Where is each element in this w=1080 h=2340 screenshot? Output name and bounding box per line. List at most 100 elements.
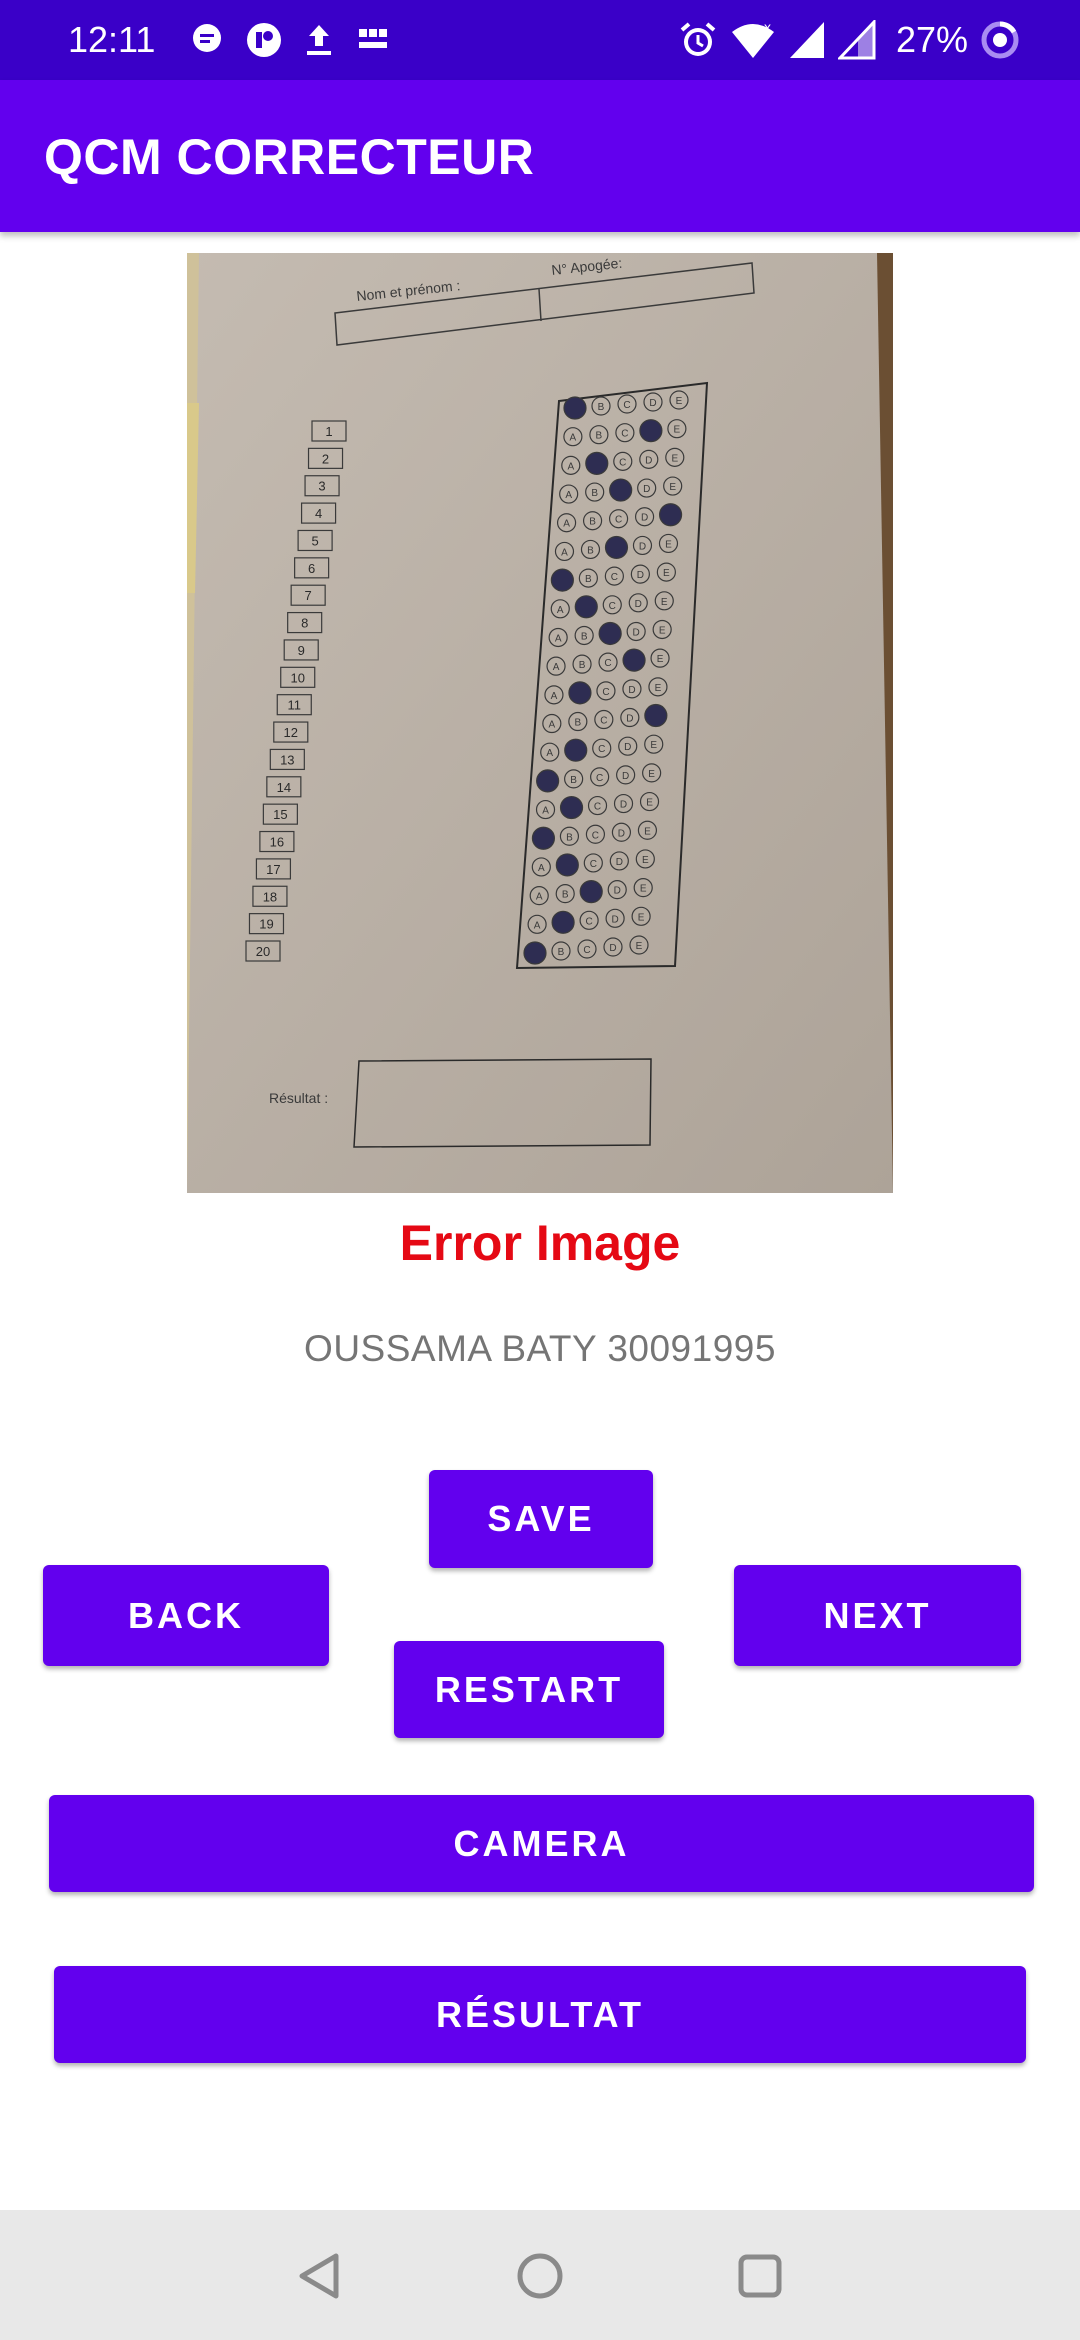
bubble-marked (555, 853, 579, 877)
bubble-marked (585, 451, 609, 475)
back-button[interactable]: BACK (43, 1565, 329, 1666)
bubble-letter: E (657, 654, 664, 665)
message-icon (193, 24, 221, 52)
bubble-letter: C (623, 400, 630, 411)
bubble-letter: A (538, 863, 545, 874)
bubble-letter: A (570, 433, 577, 444)
battery-percent: 27% (895, 19, 968, 60)
bubble-letter: D (620, 800, 627, 811)
question-number: 14 (277, 780, 291, 795)
app-bar: QCM CORRECTEUR (0, 80, 1080, 232)
question-number: 7 (305, 588, 312, 603)
question-number: 8 (301, 616, 308, 631)
home-circle-icon[interactable] (512, 2248, 568, 2304)
bubble-letter: A (546, 748, 553, 759)
question-number: 4 (315, 506, 322, 521)
question-number: 5 (311, 533, 318, 548)
bubble-letter: C (609, 601, 616, 612)
bubble-letter: B (566, 832, 573, 843)
bubble-letter: B (589, 517, 596, 528)
signal-icon (837, 20, 876, 60)
bubble-letter: B (596, 431, 603, 442)
bubble-marked (604, 535, 629, 560)
svg-text:x: x (764, 20, 771, 35)
result-button[interactable]: RÉSULTAT (54, 1966, 1026, 2063)
bubble-marked (559, 795, 584, 820)
student-info: OUSSAMA BATY 30091995 (304, 1328, 776, 1369)
answer-sheet-image: Nom et prénom : N° Apogée: 1 2 3 4 5 6 7 8 9 10 11… (187, 253, 893, 1193)
bubble-letter: B (579, 660, 586, 671)
bubble-letter: B (598, 402, 605, 413)
recents-square-icon[interactable] (732, 2248, 788, 2304)
bubble-letter: E (676, 396, 683, 407)
bubble-letter: B (575, 718, 582, 729)
bubble-letter: C (619, 457, 626, 468)
bubble-letter: A (563, 519, 570, 530)
bubble-letter: D (626, 714, 633, 725)
bubble-marked (568, 681, 592, 705)
question-number: 1 (325, 424, 332, 439)
question-number: 6 (308, 561, 315, 576)
bubble-letter: D (641, 513, 648, 524)
bubble-letter: C (611, 572, 618, 583)
bubble-letter: C (583, 945, 590, 956)
signal-icon (789, 22, 824, 58)
app-icon (247, 23, 281, 57)
next-button[interactable]: NEXT (734, 1565, 1021, 1666)
bubble-marked (564, 738, 588, 762)
bubble-marked (598, 621, 622, 646)
bubble-letter: E (665, 539, 672, 550)
bubble-letter: D (635, 599, 642, 610)
bubble-marked (551, 910, 575, 934)
bubble-letter: E (644, 826, 651, 837)
question-number: 19 (259, 917, 273, 932)
upload-icon (307, 25, 331, 55)
question-number: 9 (298, 643, 305, 658)
question-number: 12 (284, 725, 298, 740)
restart-button[interactable]: RESTART (394, 1641, 664, 1738)
bubble-marked (574, 595, 598, 619)
save-button[interactable]: SAVE (429, 1470, 653, 1568)
bubble-letter: A (551, 691, 558, 702)
bubble-letter: A (536, 892, 543, 903)
bbc-news-icon (359, 29, 387, 48)
question-number: 17 (266, 862, 280, 877)
bubble-marked (622, 648, 646, 672)
camera-button[interactable]: CAMERA (49, 1795, 1034, 1892)
battery-saver-icon (981, 21, 1019, 59)
bubble-letter: B (570, 775, 577, 786)
bubble-letter: D (639, 541, 646, 552)
bubble-letter: E (659, 625, 666, 636)
status-bar: 12:11 x 27% (0, 0, 1080, 80)
bubble-letter: E (636, 941, 643, 952)
bubble-letter: D (622, 771, 629, 782)
bubble-letter: A (555, 633, 562, 644)
bubble-letter: A (557, 605, 564, 616)
bubble-marked (523, 941, 547, 965)
bubble-letter: D (649, 398, 656, 409)
bubble-letter: D (618, 828, 625, 839)
question-number: 2 (322, 451, 329, 466)
question-number: 10 (291, 670, 305, 685)
bubble-letter: C (621, 429, 628, 440)
navigation-bar (0, 2210, 1080, 2340)
bubble-letter: C (594, 802, 601, 813)
bubble-letter: C (590, 859, 597, 870)
bubble-letter: C (598, 744, 605, 755)
bubble-letter: E (640, 884, 647, 895)
bubble-letter: E (674, 425, 681, 436)
back-triangle-icon[interactable] (292, 2248, 348, 2304)
alarm-icon (680, 22, 716, 56)
bubble-letter: C (602, 687, 609, 698)
bubble-marked (644, 703, 668, 728)
bubble-letter: A (561, 547, 568, 558)
error-message: Error Image (399, 1215, 681, 1271)
bubble-letter: D (624, 742, 631, 753)
bubble-letter: E (655, 683, 662, 694)
question-number: 11 (288, 698, 302, 713)
bubble-letter: D (628, 685, 635, 696)
bubble-letter: D (645, 455, 652, 466)
bubble-letter: B (587, 545, 594, 556)
wifi-icon: x (731, 20, 774, 58)
bubble-letter: A (534, 920, 541, 931)
